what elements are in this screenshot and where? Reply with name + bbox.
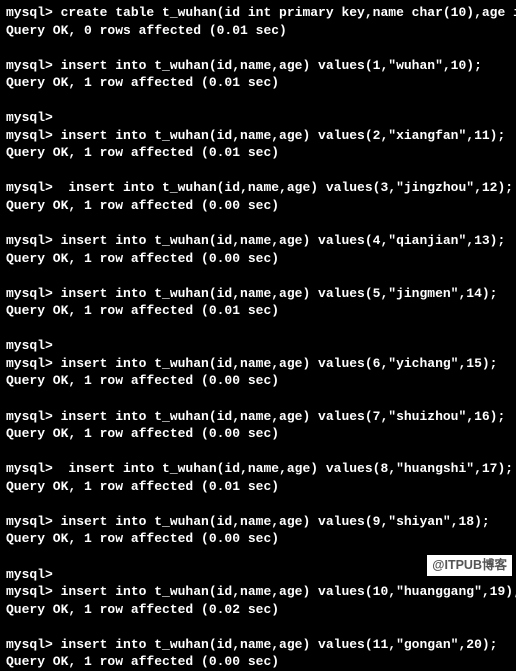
create-command: mysql> create table t_wuhan(id int prima… bbox=[6, 4, 510, 22]
insert-command: mysql> insert into t_wuhan(id,name,age) … bbox=[6, 179, 510, 197]
query-result: Query OK, 0 rows affected (0.01 sec) bbox=[6, 22, 510, 40]
blank-line bbox=[6, 495, 510, 513]
blank-line bbox=[6, 320, 510, 338]
blank-line bbox=[6, 390, 510, 408]
empty-prompt: mysql> bbox=[6, 109, 510, 127]
insert-command: mysql> insert into t_wuhan(id,name,age) … bbox=[6, 57, 510, 75]
query-result: Query OK, 1 row affected (0.00 sec) bbox=[6, 653, 510, 671]
insert-command: mysql> insert into t_wuhan(id,name,age) … bbox=[6, 232, 510, 250]
query-result: Query OK, 1 row affected (0.01 sec) bbox=[6, 478, 510, 496]
insert-command: mysql> insert into t_wuhan(id,name,age) … bbox=[6, 583, 510, 601]
blank-line bbox=[6, 443, 510, 461]
blank-line bbox=[6, 215, 510, 233]
insert-command: mysql> insert into t_wuhan(id,name,age) … bbox=[6, 355, 510, 373]
query-result: Query OK, 1 row affected (0.00 sec) bbox=[6, 372, 510, 390]
query-result: Query OK, 1 row affected (0.01 sec) bbox=[6, 74, 510, 92]
blank-line bbox=[6, 267, 510, 285]
query-result: Query OK, 1 row affected (0.00 sec) bbox=[6, 197, 510, 215]
insert-command: mysql> insert into t_wuhan(id,name,age) … bbox=[6, 408, 510, 426]
query-result: Query OK, 1 row affected (0.00 sec) bbox=[6, 250, 510, 268]
query-result: Query OK, 1 row affected (0.02 sec) bbox=[6, 601, 510, 619]
blank-line bbox=[6, 162, 510, 180]
query-result: Query OK, 1 row affected (0.01 sec) bbox=[6, 144, 510, 162]
query-result: Query OK, 1 row affected (0.00 sec) bbox=[6, 425, 510, 443]
query-result: Query OK, 1 row affected (0.01 sec) bbox=[6, 302, 510, 320]
blank-line bbox=[6, 92, 510, 110]
empty-prompt: mysql> bbox=[6, 337, 510, 355]
insert-command: mysql> insert into t_wuhan(id,name,age) … bbox=[6, 127, 510, 145]
blank-line bbox=[6, 39, 510, 57]
insert-command: mysql> insert into t_wuhan(id,name,age) … bbox=[6, 513, 510, 531]
blank-line bbox=[6, 618, 510, 636]
insert-command: mysql> insert into t_wuhan(id,name,age) … bbox=[6, 285, 510, 303]
insert-command: mysql> insert into t_wuhan(id,name,age) … bbox=[6, 460, 510, 478]
query-result: Query OK, 1 row affected (0.00 sec) bbox=[6, 530, 510, 548]
insert-command: mysql> insert into t_wuhan(id,name,age) … bbox=[6, 636, 510, 654]
watermark: @ITPUB博客 bbox=[427, 555, 512, 576]
